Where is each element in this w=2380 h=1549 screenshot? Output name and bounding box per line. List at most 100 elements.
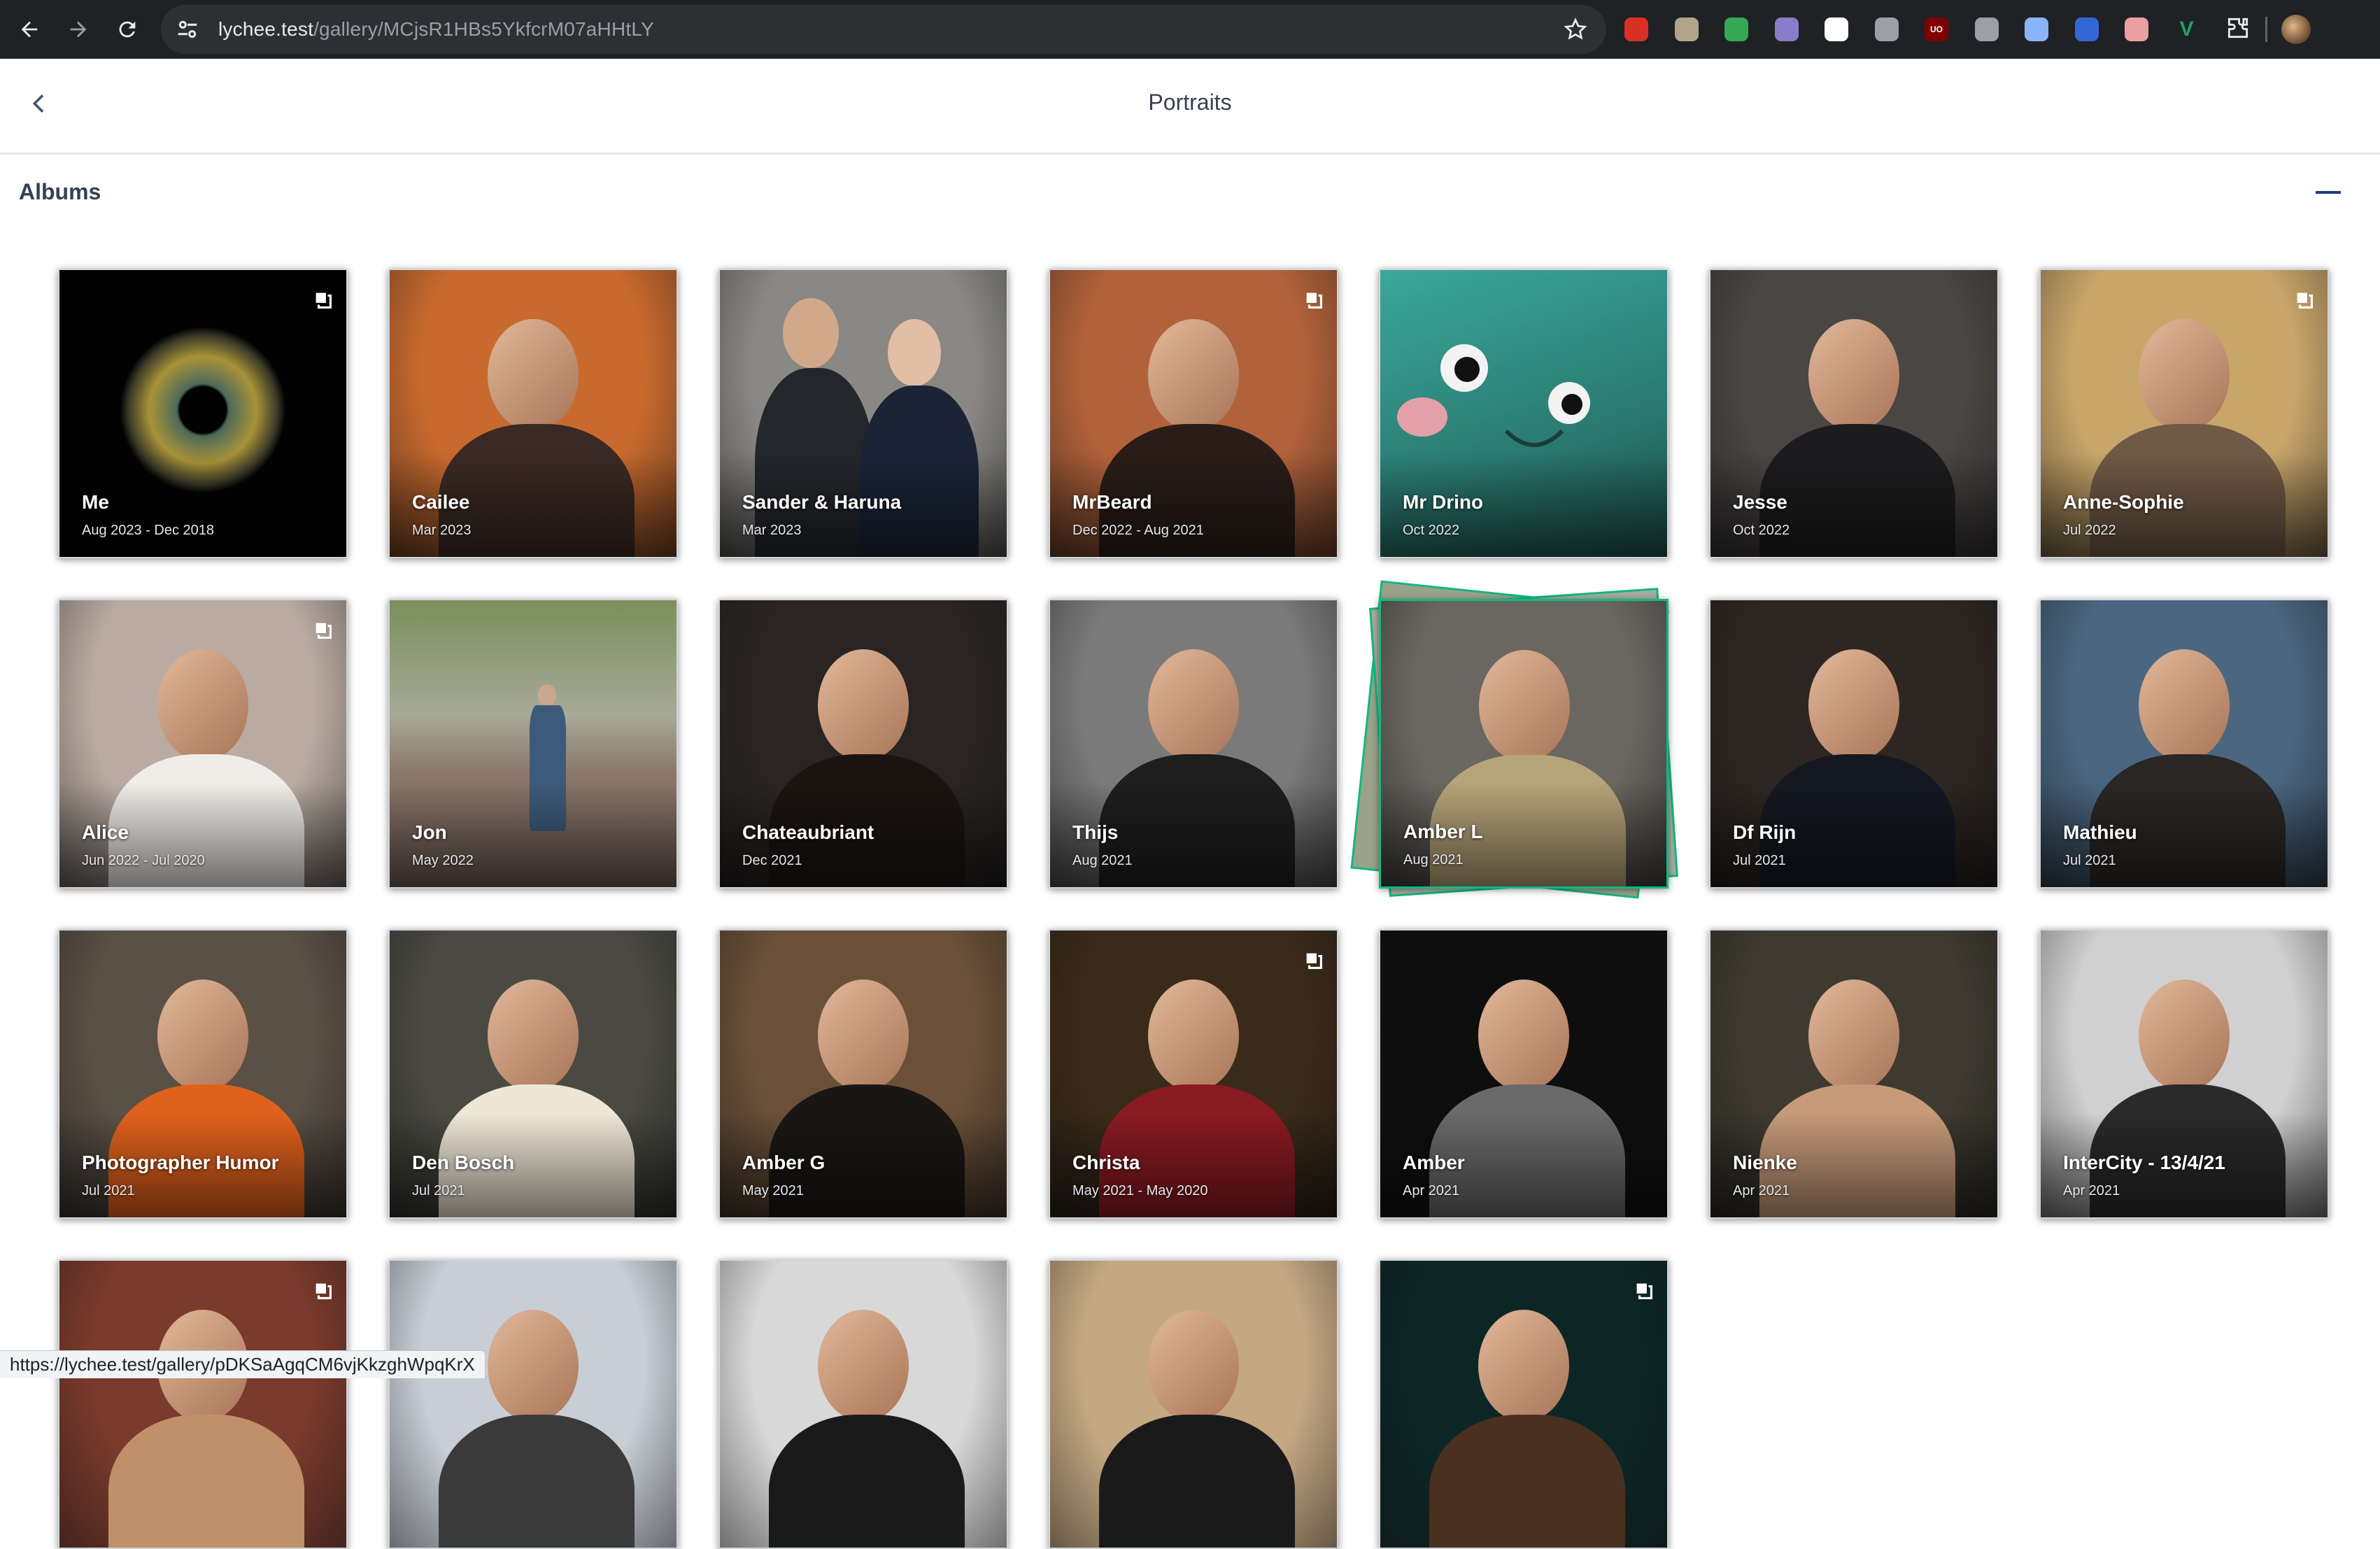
portrait-head-shape: [488, 319, 579, 431]
portrait-head-shape: [157, 649, 248, 761]
album-card[interactable]: Nienke Apr 2021: [1709, 929, 1999, 1219]
album-date-range: Aug 2023 - Dec 2018: [82, 523, 215, 538]
address-bar[interactable]: lychee.test/gallery/MCjsR1HBs5YkfcrM07aH…: [161, 5, 1606, 54]
album-card[interactable]: Mathieu Jul 2021: [2039, 599, 2329, 889]
url-host: lychee.test: [218, 18, 314, 40]
sub-albums-icon: [1635, 1282, 1653, 1300]
album-card[interactable]: Me Aug 2023 - Dec 2018: [58, 269, 348, 558]
eyes-icon[interactable]: [1674, 17, 1699, 41]
portrait-head-shape: [1148, 319, 1239, 431]
sub-albums-icon: [1305, 952, 1323, 970]
portrait-head-shape: [1808, 319, 1899, 431]
shield-gray-icon[interactable]: [1974, 17, 1999, 41]
album-date-range: Apr 2021: [1733, 1183, 1790, 1198]
album-card[interactable]: [1049, 1259, 1338, 1549]
album-thumbnail: [390, 1261, 677, 1548]
album-date-range: Dec 2022 - Aug 2021: [1072, 523, 1204, 538]
album-title: InterCity - 13/4/21: [2063, 1152, 2225, 1173]
status-bar: https://lychee.test/gallery/pDKSaAgqCM6v…: [0, 1350, 486, 1378]
album-title: Den Bosch: [412, 1152, 515, 1173]
bookmark-star-icon[interactable]: [1563, 17, 1588, 42]
album-date-range: Jul 2021: [82, 1183, 135, 1198]
album-card[interactable]: InterCity - 13/4/21 Apr 2021: [2039, 929, 2329, 1219]
album-card[interactable]: Amber G May 2021: [718, 929, 1008, 1219]
album-card[interactable]: Sander & Haruna Mar 2023: [718, 269, 1008, 558]
sub-albums-icon: [1305, 291, 1323, 309]
album-title: Thijs: [1072, 821, 1119, 843]
album-card[interactable]: [718, 1259, 1008, 1549]
browser-toolbar: lychee.test/gallery/MCjsR1HBs5YkfcrM07aH…: [0, 0, 2380, 59]
screenshot-icon[interactable]: [2025, 17, 2048, 41]
album-date-range: May 2021: [742, 1183, 804, 1198]
album-thumbnail: [1380, 1261, 1667, 1548]
arrow-left-icon: [21, 21, 38, 38]
album-card[interactable]: Cailee Mar 2023: [388, 269, 678, 558]
album-card[interactable]: [1379, 1259, 1669, 1549]
shield-red-icon[interactable]: [1624, 17, 1648, 41]
album-card[interactable]: Alice Jun 2022 - Jul 2020: [58, 599, 348, 889]
album-card[interactable]: Den Bosch Jul 2021: [388, 929, 678, 1219]
album-title: Amber G: [742, 1152, 826, 1173]
album-card[interactable]: Jesse Oct 2022: [1709, 269, 1999, 558]
puzzle-green-icon[interactable]: [1724, 17, 1748, 41]
albums-section-title: Albums: [19, 179, 101, 204]
album-thumbnail: [1050, 1261, 1337, 1548]
sub-albums-icon: [314, 621, 332, 639]
drop-icon[interactable]: [1874, 17, 1899, 41]
ublock-icon[interactable]: UO: [1925, 17, 1948, 41]
portrait-head-shape: [1148, 979, 1239, 1091]
back-nav-button[interactable]: [8, 8, 50, 50]
toolbar-separator: [2265, 17, 2267, 42]
portrait-head-shape: [488, 979, 579, 1091]
circle-red-icon[interactable]: [1825, 17, 1848, 41]
v-icon[interactable]: V: [2175, 17, 2199, 41]
album-title: Christa: [1072, 1152, 1140, 1173]
site-settings-icon[interactable]: [173, 15, 201, 43]
album-card[interactable]: Thijs Aug 2021: [1049, 599, 1338, 889]
album-title: Df Rijn: [1733, 821, 1797, 843]
album-card[interactable]: Jon May 2022: [388, 599, 678, 889]
album-title: Chateaubriant: [742, 821, 874, 843]
portrait-head-shape: [1479, 650, 1570, 762]
album-title: Photographer Humor: [82, 1152, 279, 1173]
portrait-head-shape: [488, 1310, 579, 1422]
album-date-range: Jun 2022 - Jul 2020: [82, 853, 205, 868]
album-card[interactable]: Amber Apr 2021: [1379, 929, 1669, 1219]
album-card[interactable]: Mr Drino Oct 2022: [1379, 269, 1669, 558]
portrait-head-shape: [888, 319, 941, 386]
album-card[interactable]: Christa May 2021 - May 2020: [1049, 929, 1338, 1219]
sub-albums-icon: [2295, 291, 2314, 309]
forward-nav-button[interactable]: [57, 8, 99, 50]
album-card[interactable]: MrBeard Dec 2022 - Aug 2021: [1049, 269, 1338, 558]
collapse-section-button[interactable]: [2316, 191, 2341, 194]
album-date-range: Aug 2021: [1403, 852, 1464, 868]
album-date-range: May 2021 - May 2020: [1072, 1183, 1208, 1198]
album-title: Mr Drino: [1403, 491, 1484, 513]
album-card[interactable]: Anne-Sophie Jul 2022: [2039, 269, 2329, 558]
album-title: Alice: [82, 821, 129, 843]
profile-avatar[interactable]: [2281, 15, 2311, 44]
portrait-body-shape: [439, 1415, 635, 1548]
pie-icon[interactable]: [2125, 17, 2148, 41]
fox-icon[interactable]: [1774, 17, 1799, 41]
portrait-body-shape: [108, 1415, 304, 1548]
album-card[interactable]: Chateaubriant Dec 2021: [718, 599, 1008, 889]
portrait-head-shape: [1808, 649, 1899, 761]
reload-button[interactable]: [106, 8, 148, 50]
album-title: Amber L: [1403, 821, 1483, 842]
portrait-head-shape: [818, 1310, 909, 1422]
url-text: lychee.test/gallery/MCjsR1HBs5YkfcrM07aH…: [218, 18, 654, 41]
extensions-puzzle-icon[interactable]: [2225, 15, 2251, 45]
globe-icon[interactable]: [2074, 17, 2099, 41]
album-date-range: Jul 2021: [2063, 853, 2116, 868]
portrait-head-shape: [157, 979, 248, 1091]
album-card[interactable]: [388, 1259, 678, 1549]
album-card[interactable]: Df Rijn Jul 2021: [1709, 599, 1999, 889]
album-card[interactable]: [58, 1259, 348, 1549]
album-date-range: Jul 2022: [2063, 523, 2116, 538]
album-thumbnail: [720, 1261, 1007, 1548]
album-card[interactable]: Amber L Aug 2021: [1379, 599, 1669, 889]
album-date-range: Oct 2022: [1733, 523, 1790, 538]
album-title: Sander & Haruna: [742, 491, 902, 513]
album-card[interactable]: Photographer Humor Jul 2021: [58, 929, 348, 1219]
